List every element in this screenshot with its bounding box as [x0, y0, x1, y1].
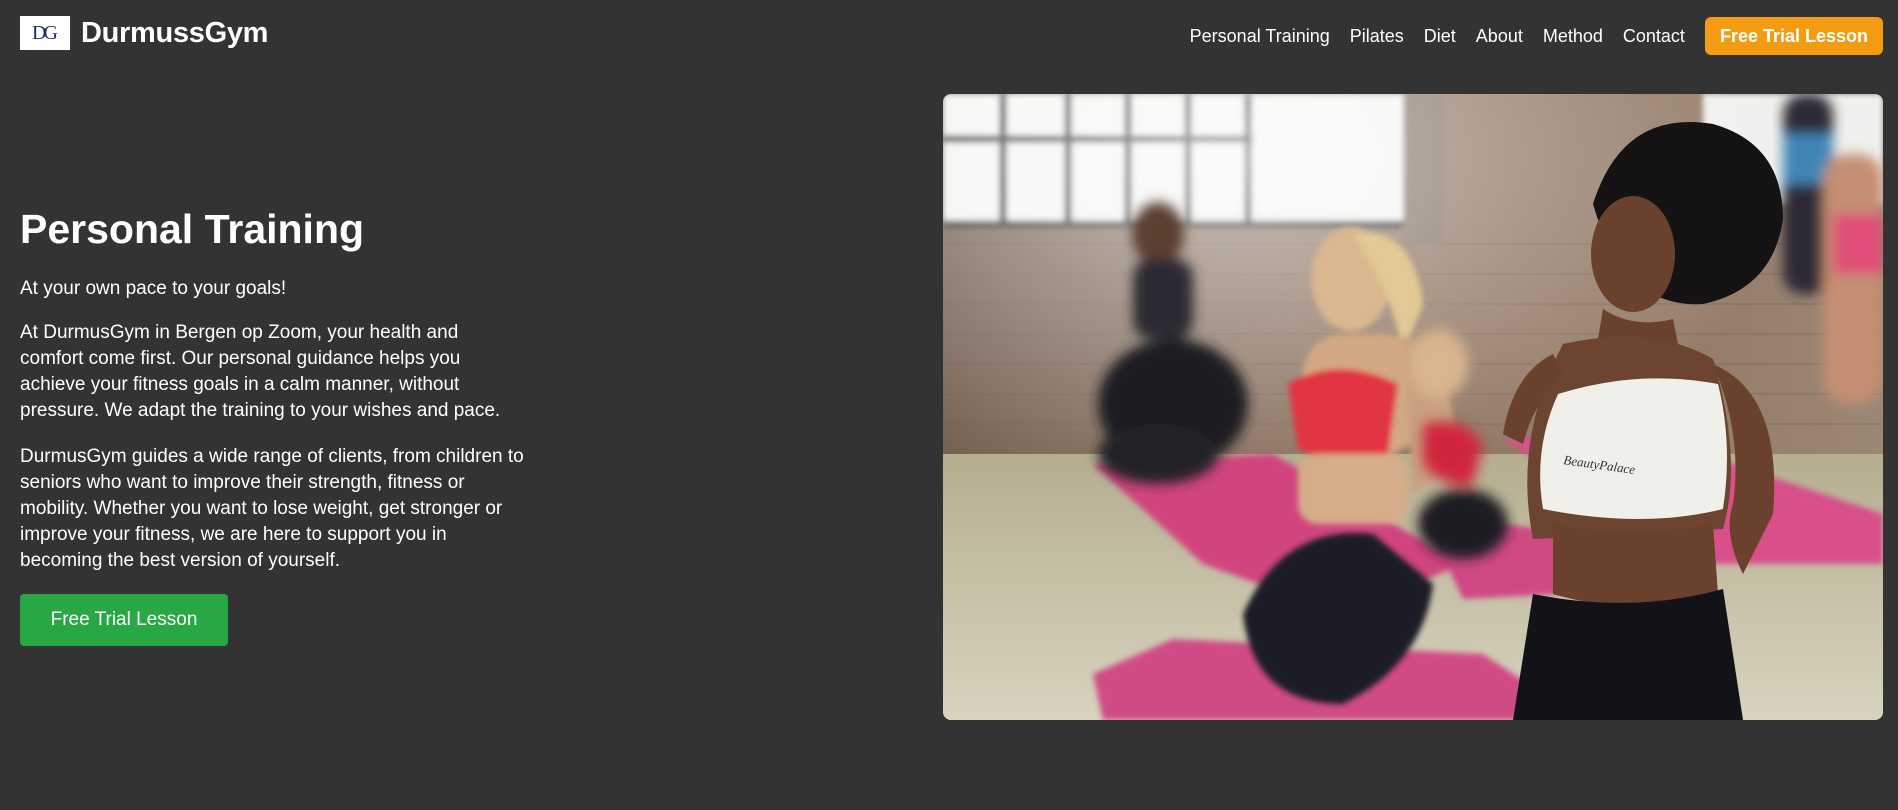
logo-mark: DG [20, 16, 70, 50]
page-title: Personal Training [20, 206, 365, 252]
nav-contact[interactable]: Contact [1623, 26, 1685, 47]
nav-diet[interactable]: Diet [1424, 26, 1456, 47]
header-free-trial-button[interactable]: Free Trial Lesson [1704, 17, 1883, 55]
nav-method[interactable]: Method [1543, 26, 1603, 47]
logo-link[interactable]: DG DurmussGym [20, 16, 268, 50]
nav-pilates[interactable]: Pilates [1350, 26, 1404, 47]
hero-subtitle: At your own pace to your goals! [20, 278, 287, 299]
gym-class-photo: BeautyPalace [943, 94, 1883, 720]
hero-photo: BeautyPalace [943, 94, 1883, 720]
main-nav: Personal Training Pilates Diet About Met… [1170, 17, 1883, 55]
site-header: DG DurmussGym Personal Training Pilates … [0, 0, 1898, 74]
hero-paragraph-intro: At DurmusGym in Bergen op Zoom, your hea… [20, 322, 501, 421]
nav-personal-training[interactable]: Personal Training [1190, 26, 1330, 47]
nav-about[interactable]: About [1476, 26, 1523, 47]
hero-text: Personal Training At your own pace to yo… [20, 204, 525, 646]
hero-paragraph-clients: DurmusGym guides a wide range of clients… [20, 446, 524, 571]
hero-free-trial-button[interactable]: Free Trial Lesson [20, 594, 228, 646]
brand-name: DurmussGym [81, 16, 269, 49]
